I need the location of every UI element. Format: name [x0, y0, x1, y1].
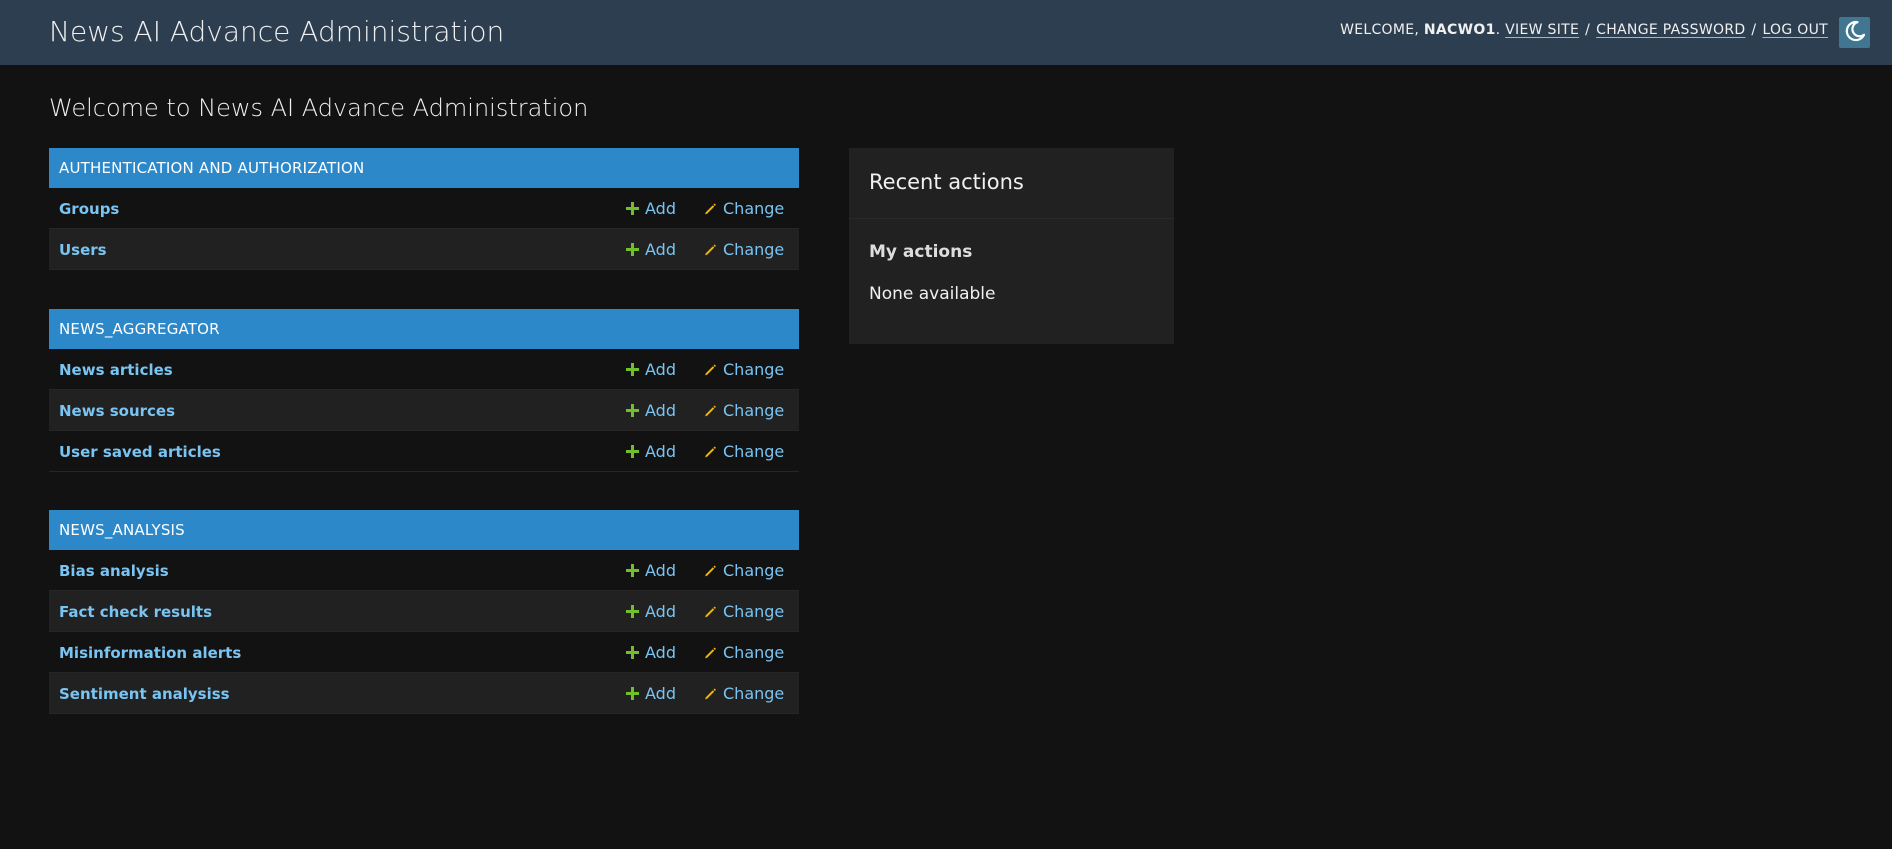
- change-link[interactable]: Change: [704, 360, 784, 379]
- site-header: News AI Advance Administration WELCOME, …: [0, 0, 1892, 65]
- model-link[interactable]: Users: [59, 241, 107, 259]
- change-label: Change: [723, 643, 785, 662]
- change-label: Change: [723, 240, 785, 259]
- change-label: Change: [723, 561, 785, 580]
- plus-icon: [626, 363, 639, 376]
- add-label: Add: [645, 401, 676, 420]
- model-row: Bias analysis Add Change: [49, 550, 799, 591]
- model-link[interactable]: Bias analysis: [59, 562, 169, 580]
- log-out-link[interactable]: LOG OUT: [1762, 22, 1828, 38]
- pencil-icon: [704, 605, 717, 618]
- add-link[interactable]: Add: [626, 684, 676, 703]
- no-actions-text: None available: [869, 284, 996, 304]
- add-link[interactable]: Add: [626, 442, 676, 461]
- app-module: NEWS_AGGREGATOR News articles Add Change New…: [49, 309, 799, 472]
- pencil-icon: [704, 243, 717, 256]
- add-label: Add: [645, 602, 676, 621]
- recent-actions-module: Recent actions My actions None available: [849, 148, 1174, 344]
- site-title-link[interactable]: News AI Advance Administration: [49, 15, 504, 48]
- model-row: User saved articles Add Change: [49, 431, 799, 472]
- change-password-link[interactable]: CHANGE PASSWORD: [1596, 22, 1745, 38]
- model-link[interactable]: Misinformation alerts: [59, 644, 241, 662]
- app-module: NEWS_ANALYSIS Bias analysis Add Change Fact …: [49, 510, 799, 714]
- my-actions-heading: My actions: [869, 242, 973, 262]
- add-link[interactable]: Add: [626, 643, 676, 662]
- model-link[interactable]: News articles: [59, 361, 173, 379]
- pencil-icon: [704, 445, 717, 458]
- pencil-icon: [704, 202, 717, 215]
- plus-icon: [626, 564, 639, 577]
- app-caption[interactable]: AUTHENTICATION AND AUTHORIZATION: [49, 148, 799, 188]
- change-link[interactable]: Change: [704, 561, 784, 580]
- model-link[interactable]: Sentiment analysiss: [59, 685, 230, 703]
- add-label: Add: [645, 643, 676, 662]
- view-site-link[interactable]: VIEW SITE: [1505, 22, 1579, 38]
- model-row: Sentiment analysiss Add Change: [49, 673, 799, 714]
- add-link[interactable]: Add: [626, 401, 676, 420]
- separator: /: [1751, 22, 1757, 38]
- site-title[interactable]: News AI Advance Administration: [49, 15, 504, 48]
- app-caption[interactable]: NEWS_AGGREGATOR: [49, 309, 799, 349]
- separator: /: [1585, 22, 1591, 38]
- model-row: Users Add Change: [49, 229, 799, 270]
- app-caption[interactable]: NEWS_ANALYSIS: [49, 510, 799, 550]
- model-link[interactable]: User saved articles: [59, 443, 221, 461]
- plus-icon: [626, 687, 639, 700]
- app-module: AUTHENTICATION AND AUTHORIZATION Groups Ad…: [49, 148, 799, 270]
- change-link[interactable]: Change: [704, 199, 784, 218]
- add-link[interactable]: Add: [626, 602, 676, 621]
- model-row: Fact check results Add Change: [49, 591, 799, 632]
- change-link[interactable]: Change: [704, 643, 784, 662]
- user-tools: WELCOME, NACWO1. VIEW SITE / CHANGE PASSWO…: [1340, 22, 1828, 38]
- change-label: Change: [723, 401, 785, 420]
- add-label: Add: [645, 561, 676, 580]
- add-label: Add: [645, 360, 676, 379]
- plus-icon: [626, 605, 639, 618]
- divider: [849, 218, 1174, 219]
- change-label: Change: [723, 199, 785, 218]
- add-link[interactable]: Add: [626, 240, 676, 259]
- theme-toggle-button[interactable]: [1839, 17, 1870, 48]
- plus-icon: [626, 445, 639, 458]
- change-link[interactable]: Change: [704, 442, 784, 461]
- add-label: Add: [645, 199, 676, 218]
- change-label: Change: [723, 684, 785, 703]
- model-row: Groups Add Change: [49, 188, 799, 229]
- recent-actions-title: Recent actions: [869, 170, 1024, 194]
- model-row: News articles Add Change: [49, 349, 799, 390]
- change-label: Change: [723, 442, 785, 461]
- moon-icon: [1843, 19, 1867, 47]
- username: NACWO1: [1423, 22, 1496, 38]
- page-title: Welcome to News AI Advance Administratio…: [49, 94, 589, 122]
- change-label: Change: [723, 360, 785, 379]
- model-link[interactable]: Fact check results: [59, 603, 212, 621]
- add-link[interactable]: Add: [626, 360, 676, 379]
- add-label: Add: [645, 240, 676, 259]
- pencil-icon: [704, 404, 717, 417]
- plus-icon: [626, 404, 639, 417]
- pencil-icon: [704, 363, 717, 376]
- add-label: Add: [645, 684, 676, 703]
- plus-icon: [626, 646, 639, 659]
- change-link[interactable]: Change: [704, 684, 784, 703]
- model-row: News sources Add Change: [49, 390, 799, 431]
- pencil-icon: [704, 564, 717, 577]
- add-link[interactable]: Add: [626, 561, 676, 580]
- change-link[interactable]: Change: [704, 401, 784, 420]
- add-link[interactable]: Add: [626, 199, 676, 218]
- welcome-text: WELCOME,: [1340, 22, 1420, 38]
- model-row: Misinformation alerts Add Change: [49, 632, 799, 673]
- change-link[interactable]: Change: [704, 602, 784, 621]
- pencil-icon: [704, 687, 717, 700]
- plus-icon: [626, 202, 639, 215]
- change-link[interactable]: Change: [704, 240, 784, 259]
- add-label: Add: [645, 442, 676, 461]
- change-label: Change: [723, 602, 785, 621]
- model-link[interactable]: News sources: [59, 402, 175, 420]
- model-link[interactable]: Groups: [59, 200, 119, 218]
- pencil-icon: [704, 646, 717, 659]
- plus-icon: [626, 243, 639, 256]
